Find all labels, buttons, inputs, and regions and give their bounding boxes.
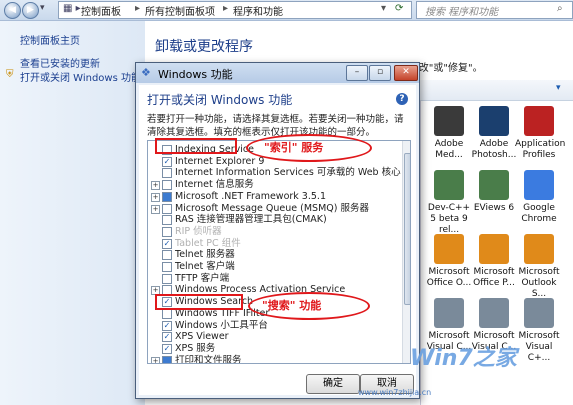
- program-name: Microsoft Office P...: [473, 267, 515, 288]
- program-name: Adobe Med...: [434, 139, 464, 160]
- feature-checkbox[interactable]: ✓: [162, 332, 172, 343]
- dialog-body: 打开或关闭 Windows 功能 ? 若要打开一种功能，请选择其复选框。若要关闭…: [139, 85, 416, 395]
- features-tree: Indexing Service ✓ Internet Explorer 9 Inte…: [147, 140, 411, 364]
- office-icon: [479, 234, 509, 264]
- search-icon[interactable]: ⌕: [557, 3, 563, 14]
- program-item[interactable]: Adobe Photosh...: [470, 106, 518, 161]
- feature-checkbox[interactable]: [162, 250, 172, 261]
- forward-arrow-icon[interactable]: ▶: [22, 2, 39, 19]
- expand-icon[interactable]: +: [151, 192, 160, 202]
- program-name: Dev-C++ 5 beta 9 rel...: [427, 203, 471, 235]
- program-item[interactable]: Dev-C++ 5 beta 9 rel...: [425, 170, 473, 236]
- photoshop-icon: [479, 106, 509, 136]
- recent-pages-icon[interactable]: ▾: [40, 3, 45, 13]
- feature-checkbox[interactable]: [162, 226, 172, 237]
- feature-checkbox[interactable]: ✓: [162, 343, 172, 354]
- office-icon: [524, 234, 554, 264]
- program-name: Microsoft Outlook S...: [518, 267, 560, 299]
- refresh-icon[interactable]: ⟳: [395, 3, 403, 14]
- feature-checkbox[interactable]: [162, 262, 172, 272]
- task-pane: 控制面板主页 查看已安装的更新 ⛨ 打开或关闭 Windows 功能: [0, 21, 145, 405]
- program-item[interactable]: Microsoft Visual C+...: [515, 298, 563, 364]
- feature-checkbox[interactable]: [162, 273, 172, 284]
- feature-checkbox[interactable]: [162, 203, 172, 214]
- feature-checkbox[interactable]: ✓: [162, 156, 172, 167]
- control-panel-home-link[interactable]: 控制面板主页: [20, 32, 80, 47]
- program-item[interactable]: EViews 6: [470, 170, 518, 214]
- program-name: EViews 6: [473, 203, 515, 213]
- search-highlight-box: [155, 294, 243, 310]
- scrollbar-thumb[interactable]: [404, 153, 410, 305]
- program-item[interactable]: Google Chrome: [515, 170, 563, 225]
- application-profiles-icon: [524, 106, 554, 136]
- feature-label: 打印和文件服务: [175, 354, 242, 364]
- explorer-toolbar: ◀ ▶ ▾ ▦ ▸ 控制面板 ▸ 所有控制面板项 ▸ 程序和功能 ▾ ⟳ 搜索 …: [0, 0, 573, 21]
- windows-features-icon: ❖: [141, 66, 151, 79]
- program-name: Google Chrome: [521, 203, 557, 224]
- dialog-title-bar[interactable]: ❖ Windows 功能 – ▫ ✕: [136, 63, 419, 83]
- grid-toolbar: ▾: [420, 80, 573, 101]
- help-icon[interactable]: ?: [396, 93, 408, 105]
- chrome-icon: [524, 170, 554, 200]
- program-item[interactable]: Microsoft Outlook S...: [515, 234, 563, 300]
- scrollbar[interactable]: [402, 141, 410, 363]
- feature-checkbox[interactable]: [162, 180, 172, 191]
- program-name: Adobe Photosh...: [471, 139, 517, 160]
- expand-icon[interactable]: +: [151, 204, 160, 214]
- installer-icon: [524, 298, 554, 328]
- watermark-url: www.win7zhijia.cn: [358, 388, 432, 397]
- feature-checkbox[interactable]: [162, 168, 172, 179]
- search-annotation-label: "搜索" 功能: [262, 299, 322, 312]
- feature-checkbox[interactable]: ✓: [162, 238, 172, 249]
- back-arrow-icon[interactable]: ◀: [4, 2, 21, 19]
- feature-checkbox[interactable]: [162, 215, 172, 226]
- view-installed-updates-link[interactable]: 查看已安装的更新: [20, 55, 100, 70]
- program-item[interactable]: Application Profiles: [515, 106, 566, 161]
- turn-windows-features-link[interactable]: 打开或关闭 Windows 功能: [20, 69, 141, 84]
- address-dropdown-icon[interactable]: ▾: [381, 3, 386, 14]
- dialog-title: Windows 功能: [158, 68, 233, 81]
- program-name: Application Profiles: [515, 139, 566, 160]
- indexing-highlight-box: [155, 138, 237, 154]
- feature-row[interactable]: + 打印和文件服务: [148, 354, 396, 364]
- breadcrumb-programs-features[interactable]: 程序和功能: [233, 3, 283, 18]
- search-input[interactable]: 搜索 程序和功能 ⌕: [416, 1, 573, 19]
- minimize-icon[interactable]: –: [346, 65, 368, 81]
- office-icon: [434, 234, 464, 264]
- expand-icon[interactable]: +: [151, 181, 160, 191]
- program-name: Microsoft Visual C+...: [518, 331, 560, 363]
- watermark-logo: Win7之家: [410, 346, 517, 371]
- dialog-heading: 打开或关闭 Windows 功能: [147, 93, 293, 107]
- program-item[interactable]: Microsoft Office P...: [470, 234, 518, 289]
- feature-checkbox[interactable]: [162, 355, 172, 363]
- installer-icon: [479, 298, 509, 328]
- search-placeholder: 搜索 程序和功能: [425, 7, 499, 18]
- feature-checkbox[interactable]: [162, 308, 172, 319]
- feature-checkbox[interactable]: [162, 191, 172, 202]
- breadcrumb-separator-icon: ▸: [223, 3, 229, 14]
- program-item[interactable]: Adobe Med...: [425, 106, 473, 161]
- devcpp-icon: [434, 170, 464, 200]
- program-item[interactable]: Microsoft Office O...: [425, 234, 473, 289]
- control-panel-icon: ▦ ▸: [63, 3, 81, 14]
- page-title: 卸载或更改程序: [155, 39, 253, 55]
- address-bar[interactable]: ▦ ▸ 控制面板 ▸ 所有控制面板项 ▸ 程序和功能 ▾ ⟳: [58, 1, 412, 19]
- adobe-media-icon: [434, 106, 464, 136]
- shield-icon: ⛨: [6, 69, 14, 80]
- view-options-icon[interactable]: ▾: [556, 83, 561, 93]
- expand-icon[interactable]: +: [151, 356, 160, 363]
- installer-icon: [434, 298, 464, 328]
- ok-button[interactable]: 确定: [306, 374, 360, 394]
- feature-checkbox[interactable]: ✓: [162, 320, 172, 331]
- breadcrumb-all-items[interactable]: 所有控制面板项: [145, 3, 215, 18]
- program-name: Microsoft Office O...: [426, 267, 472, 288]
- index-annotation-label: "索引" 服务: [264, 141, 324, 154]
- windows-features-dialog: ❖ Windows 功能 – ▫ ✕ 打开或关闭 Windows 功能 ? 若要…: [135, 62, 420, 399]
- maximize-icon[interactable]: ▫: [369, 65, 391, 81]
- breadcrumb-control-panel[interactable]: 控制面板: [81, 3, 121, 18]
- breadcrumb-separator-icon: ▸: [135, 3, 141, 14]
- eviews-icon: [479, 170, 509, 200]
- close-icon[interactable]: ✕: [394, 65, 418, 81]
